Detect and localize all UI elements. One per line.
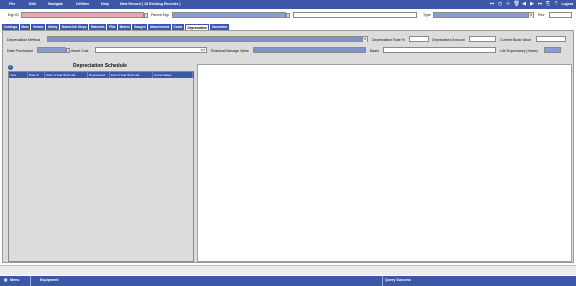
life-expectancy-label: Life Expectancy (Years) (500, 49, 538, 53)
new-record-label[interactable]: New Record ( 18 Existing Records ) (120, 2, 181, 6)
column-header[interactable]: Start of Year Book Val... (45, 72, 88, 78)
eqp-id-input[interactable] (21, 12, 144, 18)
logout-link[interactable]: Logout (562, 2, 574, 7)
basis-input[interactable] (383, 47, 496, 53)
menu-help[interactable]: Help (101, 2, 109, 6)
divider (30, 276, 31, 286)
help-icon[interactable]: ? (554, 2, 559, 7)
equipment-header: Eqp ID Parent Eqp Type ▼ Rev (0, 10, 576, 22)
rev-input[interactable] (549, 12, 572, 18)
type-select[interactable]: ▼ (433, 12, 534, 18)
delete-icon[interactable]: 🗑 (514, 2, 520, 7)
menu-bar: File Edit Navigate Utilities Help New Re… (0, 0, 576, 9)
clock-icon[interactable]: ◷ (498, 2, 503, 7)
eqp-id-label: Eqp ID (8, 13, 19, 17)
depreciation-rate-input[interactable] (409, 36, 429, 42)
add-icon[interactable]: ＋ (506, 2, 511, 7)
depreciation-schedule-grid[interactable]: Year Rate % Start of Year Book Val... Depre… (8, 71, 194, 262)
menu-navigate[interactable]: Navigate (48, 2, 63, 6)
rev-label: Rev (538, 13, 545, 17)
residual-salvage-label: Residual/Salvage Value (211, 49, 249, 53)
status-area (0, 265, 576, 275)
taskbar-equipment[interactable]: Equipment (40, 278, 59, 282)
menu-file[interactable]: File (9, 2, 15, 6)
copy-icon[interactable]: ⎘ (546, 2, 551, 7)
asset-cost-input[interactable]: $ 0 (95, 47, 207, 53)
depreciation-rate-label: Depreciation Rate % (372, 38, 405, 42)
basis-label: Basis (370, 49, 379, 53)
residual-salvage-input[interactable] (253, 47, 366, 53)
divider (382, 276, 383, 286)
taskbar: ▤ Menu Equipment Query Success (0, 276, 576, 286)
depreciation-method-label: Depreciation Method (7, 38, 41, 42)
first-record-icon[interactable]: ⏮ (490, 2, 495, 7)
last-record-icon[interactable]: ⏭ (538, 2, 543, 7)
column-header[interactable]: End of Year Book Val... (110, 72, 153, 78)
date-purchased-label: Date Purchased (7, 49, 33, 53)
chevron-down-icon[interactable]: ▼ (528, 13, 533, 18)
parent-eqp-input[interactable] (172, 12, 286, 18)
type-label: Type (423, 13, 431, 17)
detail-area (197, 64, 572, 262)
schedule-title: Depreciation Schedule (73, 63, 127, 69)
grid-header: Year Rate % Start of Year Book Val... Depre… (9, 72, 194, 78)
column-header[interactable]: Year (9, 72, 28, 78)
column-header[interactable]: Depreciated (88, 72, 110, 78)
life-expectancy-input[interactable] (544, 47, 561, 53)
next-record-icon[interactable]: ▶ (530, 2, 535, 7)
menu-icon[interactable]: ▤ (4, 278, 7, 282)
menu-utilities[interactable]: Utilities (76, 2, 89, 6)
asset-cost-label: Asset Cost (71, 49, 89, 53)
depreciation-method-select[interactable]: ▼ (47, 36, 368, 42)
menu-edit[interactable]: Edit (29, 2, 36, 6)
date-purchased-input[interactable] (37, 47, 66, 53)
depreciated-amount-input[interactable] (469, 36, 496, 42)
chevron-down-icon[interactable]: ▼ (362, 37, 367, 42)
status-text: Query Success (385, 278, 411, 282)
parent-eqp-lookup-icon[interactable] (286, 12, 290, 18)
calendar-icon[interactable] (66, 47, 70, 53)
parent-eqp-label: Parent Eqp (151, 13, 169, 17)
current-book-value-label: Current Book Value (500, 38, 532, 42)
previous-record-icon[interactable]: ◀ (522, 2, 527, 7)
description-input[interactable] (293, 12, 417, 18)
depreciated-amount-label: Depreciated Amount (432, 38, 465, 42)
current-book-value-input[interactable] (536, 36, 566, 42)
taskbar-menu[interactable]: Menu (10, 278, 19, 282)
column-header[interactable]: Accumulated (153, 72, 193, 78)
eqp-lookup-icon[interactable] (144, 12, 148, 18)
column-header[interactable]: Rate % (28, 72, 45, 78)
